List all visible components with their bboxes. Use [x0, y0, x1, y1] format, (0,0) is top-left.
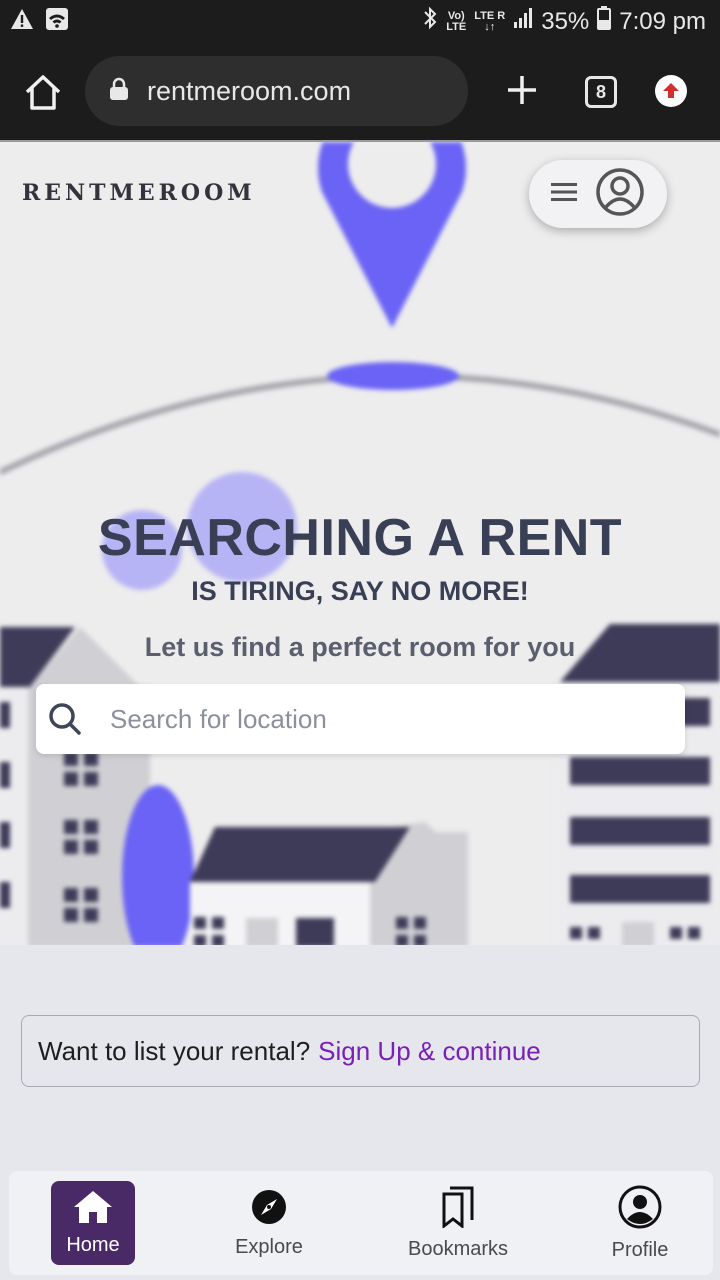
nav-profile[interactable]: Profile: [599, 1181, 681, 1265]
user-circle-icon: [595, 167, 645, 222]
bottom-navigation: Home Explore Bookmarks Profile: [9, 1171, 713, 1275]
profile-icon: [618, 1185, 662, 1235]
clock: 7:09 pm: [619, 7, 706, 35]
search-input[interactable]: [110, 684, 670, 754]
status-bar: Vo) LTE LTE R ↓↑ 35% 7:09 pm: [0, 0, 720, 44]
hero-section: RENTMEROOM SEARCHING A RENT IS TIRING, S…: [0, 140, 720, 945]
url-text: rentmeroom.com: [147, 75, 352, 106]
url-bar[interactable]: rentmeroom.com: [85, 56, 468, 126]
tab-switcher-button[interactable]: 8: [585, 76, 617, 108]
nav-home-label: Home: [66, 1233, 120, 1256]
home-icon: [73, 1190, 113, 1230]
nav-bookmarks[interactable]: Bookmarks: [395, 1181, 521, 1265]
hero-headline: SEARCHING A RENT: [97, 509, 623, 567]
nav-explore-label: Explore: [235, 1235, 303, 1258]
lock-icon: [109, 77, 129, 106]
nav-explore[interactable]: Explore: [219, 1181, 319, 1265]
signal-icon: [513, 7, 533, 36]
bookmarks-icon: [441, 1186, 475, 1234]
battery-icon: [597, 6, 612, 37]
nav-profile-label: Profile: [611, 1238, 669, 1261]
plus-icon: [508, 76, 536, 104]
home-icon[interactable]: [22, 72, 64, 114]
list-rental-card: Want to list your rental? Sign Up & cont…: [21, 1015, 700, 1087]
update-button[interactable]: [655, 75, 687, 107]
hero-subheadline: IS TIRING, SAY NO MORE!: [191, 576, 529, 606]
hamburger-icon: [551, 182, 577, 207]
bluetooth-icon: [422, 6, 438, 37]
hero-tagline: Let us find a perfect room for you: [144, 632, 576, 662]
brand-logo[interactable]: RENTMEROOM: [22, 180, 256, 206]
nav-bookmarks-label: Bookmarks: [407, 1237, 509, 1260]
compass-icon: [250, 1188, 288, 1232]
nav-home[interactable]: Home: [51, 1181, 135, 1265]
list-rental-prompt: Want to list your rental?: [38, 1035, 311, 1066]
update-icon: [663, 83, 679, 98]
location-search[interactable]: [36, 684, 685, 754]
warning-icon: [10, 8, 34, 35]
search-icon[interactable]: [45, 699, 85, 739]
account-menu-button[interactable]: [529, 160, 667, 228]
new-tab-button[interactable]: [502, 70, 542, 110]
volte-indicator: Vo) LTE: [446, 9, 467, 33]
lte-indicator: LTE R ↓↑: [474, 9, 506, 33]
signup-link[interactable]: Sign Up & continue: [318, 1036, 541, 1067]
browser-toolbar: rentmeroom.com 8: [0, 44, 720, 140]
wifi-icon: [46, 8, 68, 35]
battery-percent: 35%: [541, 7, 590, 35]
